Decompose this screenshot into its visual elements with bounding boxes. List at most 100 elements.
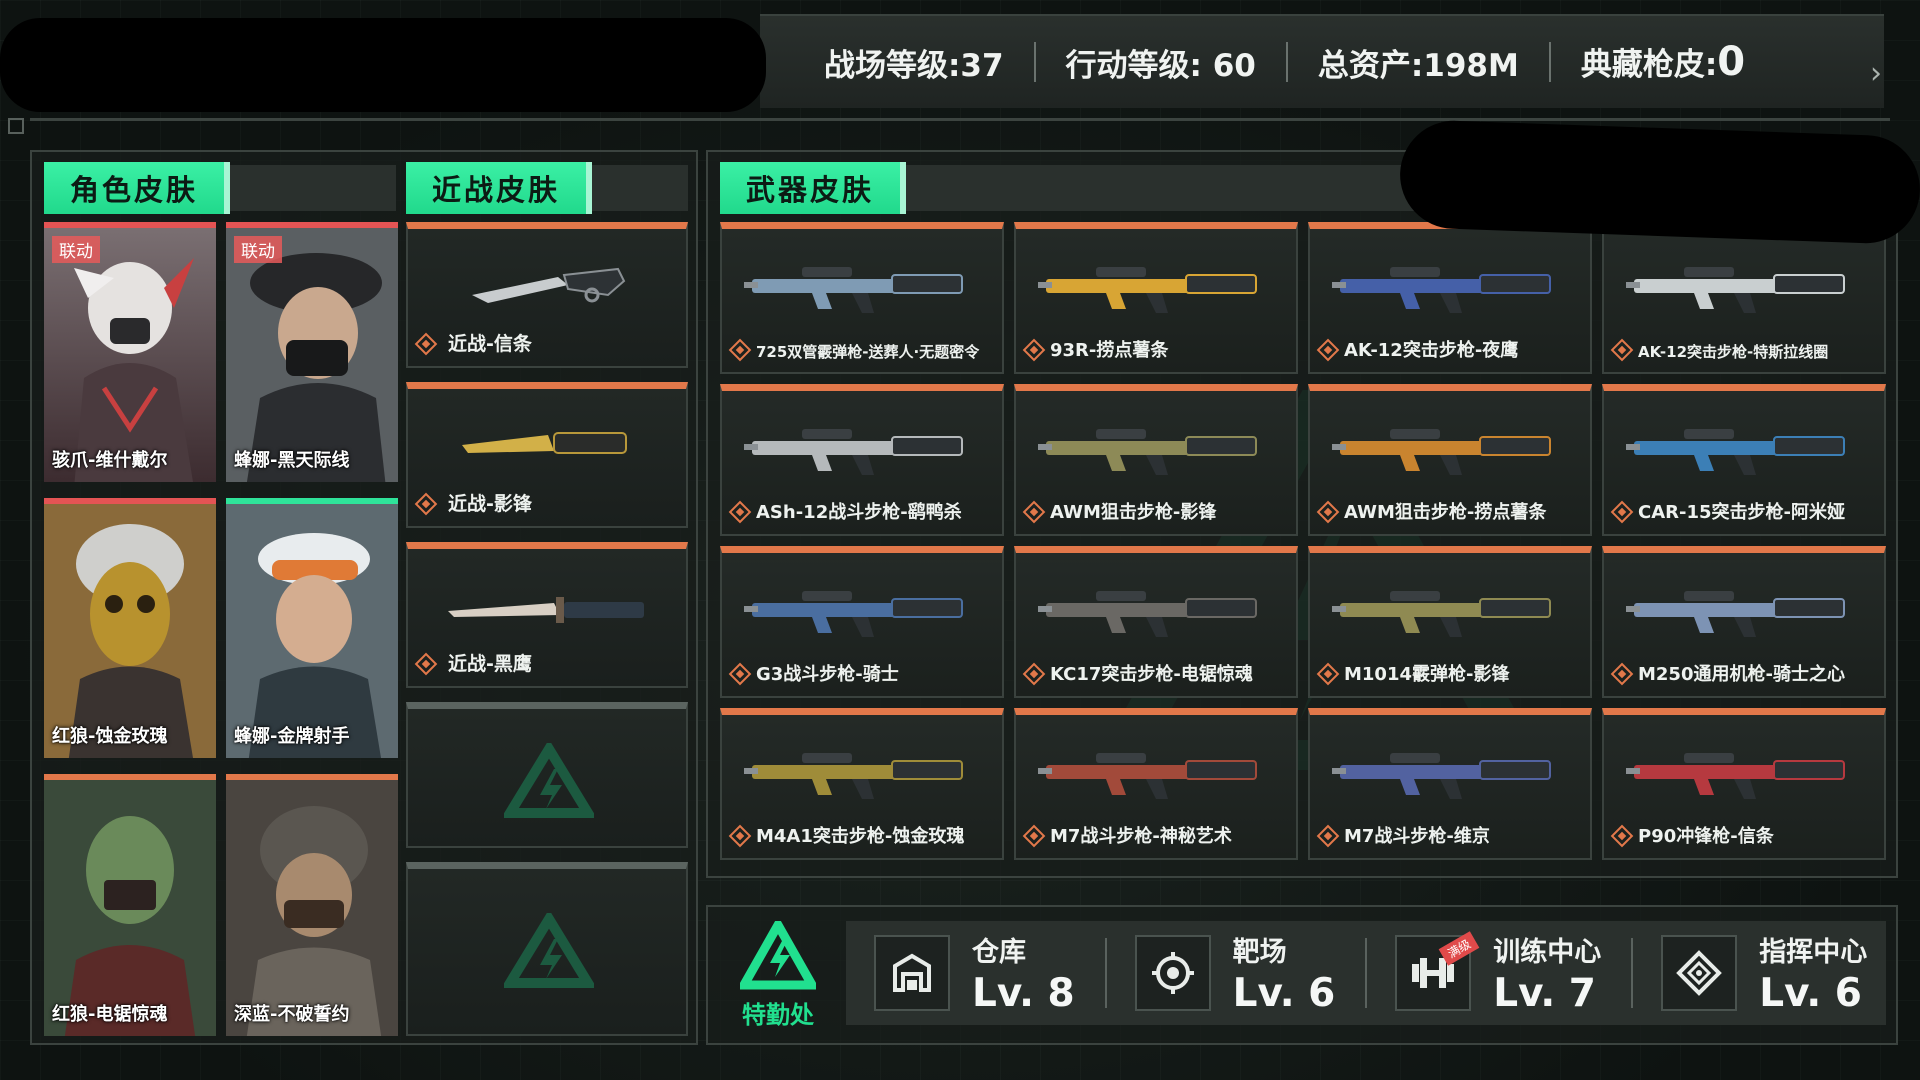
weapon-icon	[1038, 429, 1257, 475]
facility-level: Lv. 6	[1232, 971, 1336, 1016]
weapon-skin-card[interactable]: 93R-捞点薯条	[1014, 222, 1298, 374]
character-skin-name: 骇爪-维什戴尔	[52, 450, 168, 471]
facility-warehouse[interactable]: 仓库 Lv. 8	[846, 921, 1107, 1025]
weapon-icon	[1332, 753, 1551, 799]
skin-marker-icon	[728, 338, 752, 362]
weapon-icon	[1626, 429, 1845, 475]
empty-slot-logo-icon	[504, 743, 594, 818]
weapon-skin-card[interactable]: P90冲锋枪-信条	[1602, 708, 1886, 860]
facility-command-center[interactable]: 指挥中心 Lv. 6	[1633, 921, 1867, 1025]
skin-marker-icon	[1316, 824, 1340, 848]
weapon-skin-name: M250通用机枪-骑士之心	[1638, 664, 1845, 685]
weapon-icon	[1038, 267, 1257, 313]
weapon-skin-name: M7战斗步枪-维京	[1344, 826, 1490, 847]
weapon-icon	[1038, 591, 1257, 637]
weapon-skin-card[interactable]: AK-12突击步枪-特斯拉线圈	[1602, 222, 1886, 374]
character-skin-name: 红狼-蚀金玫瑰	[52, 726, 168, 747]
skin-marker-icon	[1610, 338, 1634, 362]
weapon-icon	[744, 267, 963, 313]
facility-training-center[interactable]: 满级 训练中心 Lv. 7	[1367, 921, 1634, 1025]
empty-melee-slot[interactable]	[406, 702, 688, 848]
melee-tab-header: 近战皮肤	[406, 162, 688, 214]
skin-marker-icon	[1316, 338, 1340, 362]
character-melee-panel: 角色皮肤 近战皮肤 联动 骇爪-维什戴尔 联动 蜂娜-黑天际线 红狼-蚀金玫瑰 …	[30, 150, 698, 1045]
weapon-skin-name: 93R-捞点薯条	[1050, 340, 1169, 361]
weapon-icon	[744, 753, 963, 799]
character-skin-card[interactable]: 联动 蜂娜-黑天际线	[226, 222, 398, 482]
tab-weapon-skins[interactable]: 武器皮肤	[720, 162, 907, 214]
melee-skin-card[interactable]: 近战-影锋	[406, 382, 688, 528]
character-tab-header: 角色皮肤	[44, 162, 396, 214]
weapon-skin-name: 725双管霰弹枪-送葬人·无题密令	[756, 343, 980, 361]
weapon-icon	[1332, 591, 1551, 637]
weapon-skin-card[interactable]: M7战斗步枪-神秘艺术	[1014, 708, 1298, 860]
weapon-skin-name: G3战斗步枪-骑士	[756, 664, 899, 685]
special-ops-panel: 特勤处 仓库 Lv. 8 靶场 Lv. 6 满级 训练中心 Lv. 7 指挥中心…	[706, 905, 1898, 1045]
skin-marker-icon	[414, 652, 438, 676]
collection-skins-value: 0	[1717, 39, 1746, 85]
maxed-badge: 满级	[1438, 931, 1480, 966]
skin-marker-icon	[414, 332, 438, 356]
character-skin-name: 红狼-电锯惊魂	[52, 1004, 168, 1025]
weapon-skin-name: AWM狙击步枪-影锋	[1050, 502, 1217, 523]
weapon-icon	[1332, 429, 1551, 475]
weapon-icon	[1626, 591, 1845, 637]
weapon-skin-name: P90冲锋枪-信条	[1638, 826, 1774, 847]
skin-marker-icon	[1610, 500, 1634, 524]
character-skin-card[interactable]: 联动 骇爪-维什戴尔	[44, 222, 216, 482]
weapon-skin-card[interactable]: G3战斗步枪-骑士	[720, 546, 1004, 698]
skin-marker-icon	[728, 824, 752, 848]
chevron-right-icon[interactable]: ›	[1870, 56, 1882, 91]
special-ops-logo[interactable]: 特勤处	[728, 921, 828, 1031]
facility-name: 仓库	[972, 937, 1026, 968]
character-portrait	[226, 228, 398, 482]
weapon-skin-name: AK-12突击步枪-特斯拉线圈	[1638, 343, 1829, 361]
character-skin-card[interactable]: 红狼-电锯惊魂	[44, 774, 216, 1036]
melee-skin-card[interactable]: 近战-信条	[406, 222, 688, 368]
skin-marker-icon	[414, 492, 438, 516]
tab-tail	[230, 165, 396, 211]
character-skin-card[interactable]: 蜂娜-金牌射手	[226, 498, 398, 758]
redacted-area	[0, 18, 766, 112]
weapon-skin-card[interactable]: AK-12突击步枪-夜鹰	[1308, 222, 1592, 374]
weapon-skin-name: KC17突击步枪-电锯惊魂	[1050, 664, 1253, 685]
facility-name: 靶场	[1232, 937, 1287, 968]
collection-skins-label: 典藏枪皮:	[1580, 47, 1718, 83]
weapon-icon	[1626, 267, 1845, 313]
character-skin-card[interactable]: 深蓝-不破誓约	[226, 774, 398, 1036]
empty-melee-slot[interactable]	[406, 862, 688, 1036]
skin-marker-icon	[1022, 500, 1046, 524]
tab-character-skins[interactable]: 角色皮肤	[44, 162, 231, 214]
skin-marker-icon	[1316, 500, 1340, 524]
target-icon	[1134, 935, 1211, 1011]
melee-skin-name: 近战-黑鹰	[448, 653, 532, 675]
weapon-skin-card[interactable]: AWM狙击步枪-捞点薯条	[1308, 384, 1592, 536]
character-portrait	[44, 228, 216, 482]
weapon-skin-card[interactable]: AWM狙击步枪-影锋	[1014, 384, 1298, 536]
facility-level: Lv. 6	[1759, 971, 1862, 1016]
facility-level: Lv. 7	[1493, 971, 1596, 1016]
weapon-skin-card[interactable]: M4A1突击步枪-蚀金玫瑰	[720, 708, 1004, 860]
skin-marker-icon	[1022, 824, 1046, 848]
weapon-skin-name: ASh-12战斗步枪-鹞鸭杀	[756, 502, 962, 523]
total-assets: 总资产:198M	[1317, 47, 1519, 84]
weapon-icon	[744, 429, 963, 475]
weapon-skin-card[interactable]: M1014霰弹枪-影锋	[1308, 546, 1592, 698]
facility-range[interactable]: 靶场 Lv. 6	[1107, 921, 1368, 1025]
tab-melee-skins[interactable]: 近战皮肤	[406, 162, 593, 214]
weapon-icon	[1332, 267, 1551, 313]
weapon-skin-card[interactable]: CAR-15突击步枪-阿米娅	[1602, 384, 1886, 536]
weapon-skin-card[interactable]: ASh-12战斗步枪-鹞鸭杀	[720, 384, 1004, 536]
character-skin-card[interactable]: 红狼-蚀金玫瑰	[44, 498, 216, 758]
top-divider	[30, 118, 1890, 121]
melee-skin-card[interactable]: 近战-黑鹰	[406, 542, 688, 688]
weapon-skin-card[interactable]: M250通用机枪-骑士之心	[1602, 546, 1886, 698]
warehouse-icon	[874, 935, 950, 1011]
weapon-skin-card[interactable]: 725双管霰弹枪-送葬人·无题密令	[720, 222, 1004, 374]
weapon-skin-card[interactable]: KC17突击步枪-电锯惊魂	[1014, 546, 1298, 698]
weapon-skin-card[interactable]: M7战斗步枪-维京	[1308, 708, 1592, 860]
melee-skin-name: 近战-信条	[448, 333, 532, 355]
skin-marker-icon	[1610, 824, 1634, 848]
skin-marker-icon	[1316, 662, 1340, 686]
facility-strip: 仓库 Lv. 8 靶场 Lv. 6 满级 训练中心 Lv. 7 指挥中心 Lv.…	[846, 921, 1886, 1025]
